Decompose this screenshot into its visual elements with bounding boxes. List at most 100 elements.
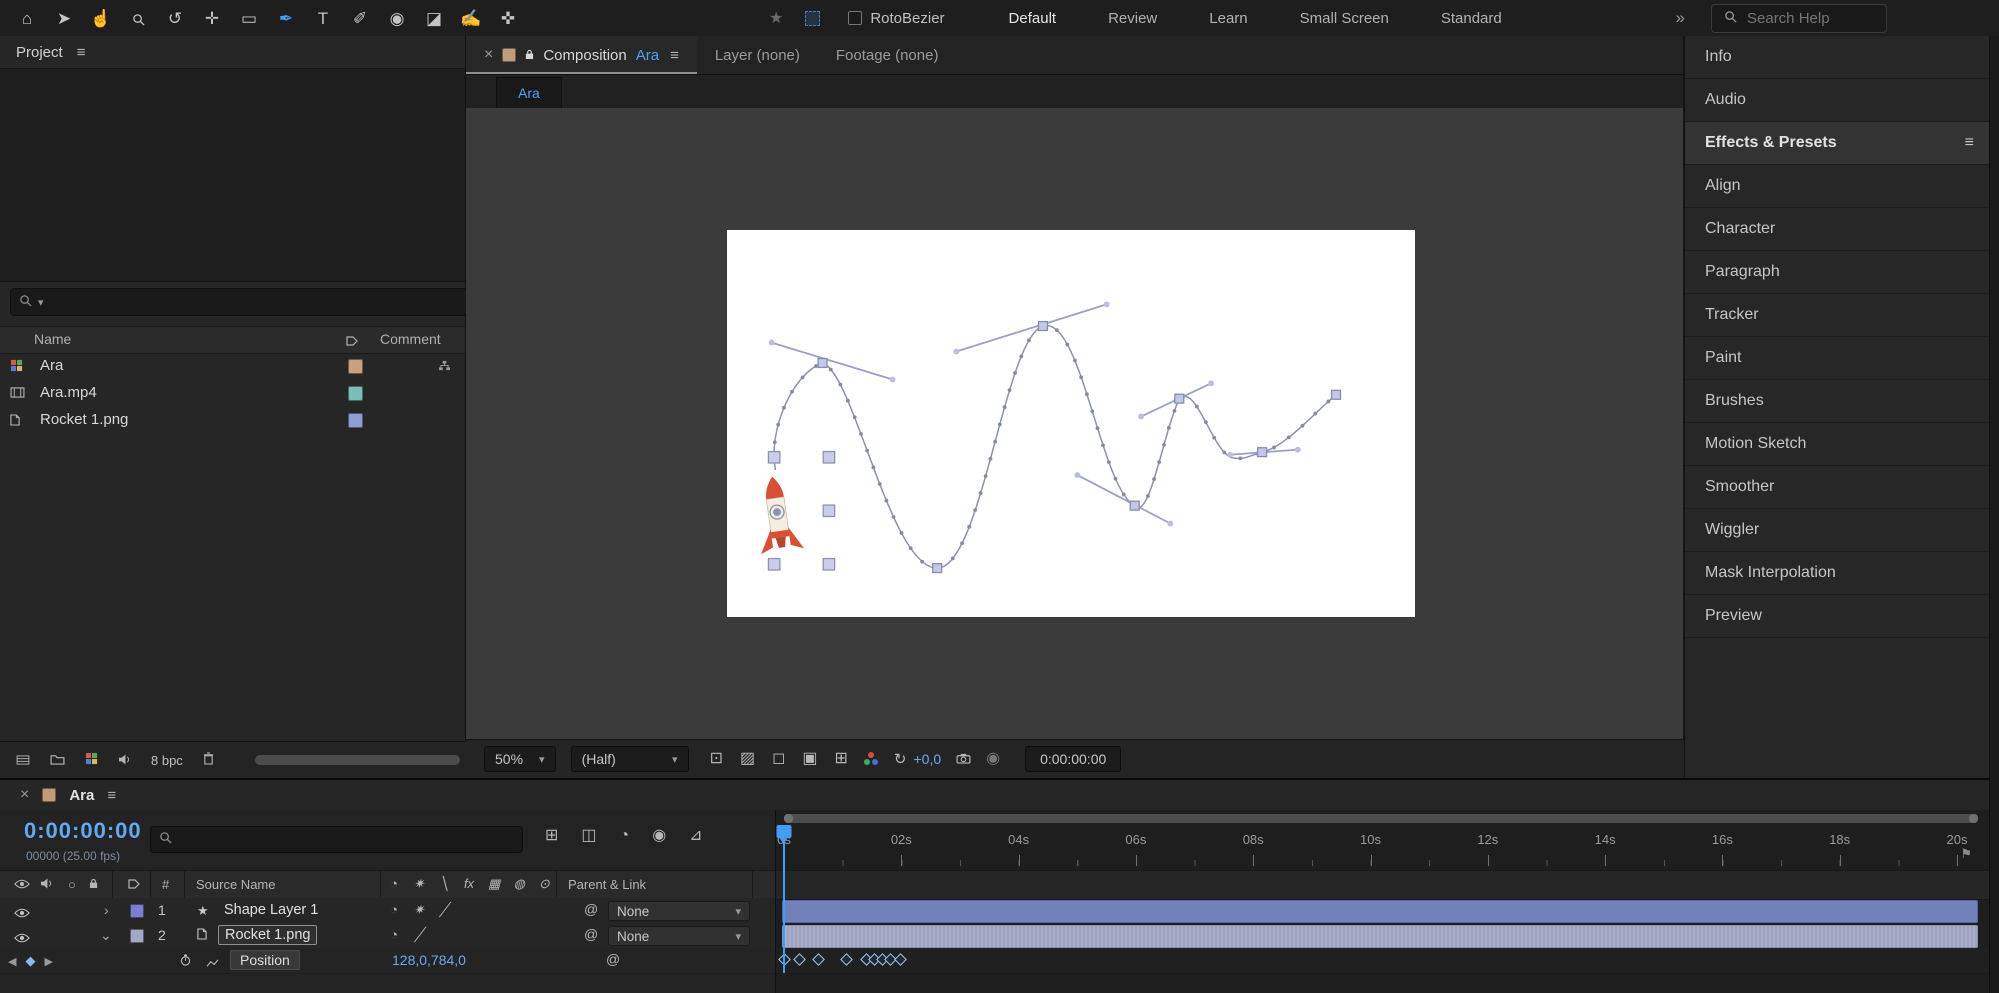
- current-timecode[interactable]: 0:00:00:00: [24, 818, 142, 844]
- playhead-line[interactable]: [783, 825, 785, 973]
- mask-expansion-icon[interactable]: [805, 11, 820, 26]
- panel-tab-character[interactable]: Character: [1685, 208, 1990, 251]
- project-item-rocket-png[interactable]: Rocket 1.png: [0, 406, 465, 433]
- color-management-button[interactable]: [863, 752, 879, 766]
- workspace-learn[interactable]: Learn: [1209, 10, 1247, 27]
- keyframe-diamond[interactable]: [894, 953, 907, 966]
- color-depth-toggle[interactable]: 8 bpc: [151, 753, 183, 768]
- visibility-toggle[interactable]: [14, 905, 30, 921]
- column-comment[interactable]: Comment: [380, 331, 441, 347]
- hide-shy-layers-button[interactable]: ◫: [581, 828, 596, 844]
- panel-menu-icon[interactable]: ≡: [670, 47, 679, 64]
- composition-mini-flowchart-button[interactable]: ⊞: [545, 828, 558, 844]
- layer-duration-bar-2[interactable]: [782, 925, 1978, 948]
- panel-menu-icon[interactable]: ≡: [107, 787, 116, 804]
- panel-tab-info[interactable]: Info: [1685, 36, 1990, 79]
- switch-icon[interactable]: ◔: [388, 927, 400, 943]
- resolution-select[interactable]: (Half) ▾: [571, 746, 689, 772]
- pen-tool[interactable]: ✒: [275, 10, 297, 27]
- panel-tab-align[interactable]: Align: [1685, 165, 1990, 208]
- close-icon[interactable]: ×: [20, 786, 29, 804]
- exposure-value[interactable]: +0,0: [913, 751, 941, 767]
- workspace-standard[interactable]: Standard: [1441, 10, 1502, 27]
- graph-icon[interactable]: [206, 955, 219, 971]
- timeline-search-field[interactable]: [150, 826, 523, 853]
- choose-grid-and-guides-button[interactable]: ⊡: [710, 751, 723, 767]
- close-icon[interactable]: ×: [484, 46, 493, 64]
- panel-tab-mask-interpolation[interactable]: Mask Interpolation: [1685, 552, 1990, 595]
- pixel-aspect-correction-button[interactable]: ⊞: [835, 751, 848, 767]
- property-value[interactable]: 128,0,784,0: [392, 952, 466, 968]
- layer-row-rocket-1-png[interactable]: ⌄ 2 Rocket 1.png ◔╱ @ None ▾: [0, 923, 775, 949]
- time-ruler[interactable]: 0s02s04s06s08s10s12s14s16s18s20s: [776, 825, 1990, 868]
- toggle-mask-visibility-button[interactable]: ◻: [772, 751, 785, 767]
- panel-menu-icon[interactable]: ≡: [1965, 134, 1974, 152]
- composition-canvas[interactable]: [727, 230, 1415, 617]
- region-of-interest-button[interactable]: ▣: [802, 751, 817, 767]
- layer-color-chip[interactable]: [130, 929, 144, 943]
- tab-footage[interactable]: Footage (none): [818, 36, 957, 74]
- search-options-caret[interactable]: ▾: [38, 296, 44, 309]
- source-name-column[interactable]: Source Name: [196, 877, 275, 892]
- parent-select[interactable]: None ▾: [608, 926, 750, 946]
- switch-icon[interactable]: ◍: [513, 876, 525, 892]
- brush-tool[interactable]: ✐: [349, 10, 371, 27]
- clone-stamp-tool[interactable]: ◉: [386, 10, 408, 27]
- type-tool[interactable]: T: [312, 10, 334, 27]
- zoom-tool[interactable]: [127, 10, 149, 27]
- panel-tab-paragraph[interactable]: Paragraph: [1685, 251, 1990, 294]
- pan-behind-tool[interactable]: ✛: [201, 10, 223, 27]
- project-item-ara[interactable]: Ara: [0, 352, 465, 379]
- puppet-pin-tool[interactable]: ✜: [497, 10, 519, 27]
- parent-link-column[interactable]: Parent & Link: [568, 877, 646, 892]
- switch-icon[interactable]: ✷: [413, 902, 425, 918]
- parent-pickwhip-icon[interactable]: @: [584, 926, 598, 942]
- keyframe-diamond[interactable]: [793, 953, 806, 966]
- tab-layer[interactable]: Layer (none): [697, 36, 818, 74]
- workspace-small-screen[interactable]: Small Screen: [1300, 10, 1389, 27]
- switch-icon[interactable]: ╲: [438, 876, 450, 892]
- switch-icon[interactable]: ◔: [388, 902, 400, 918]
- label-color-chip[interactable]: [348, 413, 363, 428]
- project-search-input[interactable]: [50, 293, 460, 312]
- keyframe-diamond[interactable]: [812, 953, 825, 966]
- trash-icon[interactable]: [203, 752, 214, 769]
- motion-blur-button[interactable]: ◉: [652, 828, 666, 844]
- layer-row-shape-layer-1[interactable]: › 1 ★ Shape Layer 1 ◔✷╱ @ None ▾: [0, 898, 775, 924]
- label-color-chip[interactable]: [348, 386, 363, 401]
- toggle-transparency-grid-button[interactable]: ▨: [740, 751, 755, 767]
- help-search-input[interactable]: [1745, 9, 1874, 28]
- switch-icon[interactable]: ◔: [388, 876, 400, 892]
- rotobezier-toggle[interactable]: RotoBezier: [848, 10, 944, 27]
- motion-path[interactable]: [774, 325, 1336, 568]
- switch-icon[interactable]: fx: [463, 876, 475, 892]
- graph-editor-button[interactable]: ⊿: [689, 828, 702, 844]
- property-pickwhip-icon[interactable]: @: [606, 951, 620, 967]
- project-item-ara-mp4[interactable]: Ara.mp4: [0, 379, 465, 406]
- visibility-toggle[interactable]: [14, 930, 30, 946]
- workspace-overflow-button[interactable]: »: [1676, 8, 1685, 28]
- next-keyframe-icon[interactable]: ▶: [44, 955, 52, 968]
- snapshot-icon[interactable]: [956, 751, 971, 768]
- interpret-footage-icon[interactable]: [16, 752, 30, 769]
- panel-tab-smoother[interactable]: Smoother: [1685, 466, 1990, 509]
- rotobezier-checkbox[interactable]: [848, 11, 862, 25]
- exposure-control[interactable]: ↻ +0,0: [894, 750, 941, 768]
- layer-duration-bar-1[interactable]: [782, 900, 1978, 923]
- collapse-arrow-icon[interactable]: ⌄: [100, 927, 112, 944]
- path-keyframe-squares[interactable]: [818, 322, 1340, 573]
- layer-name[interactable]: Shape Layer 1: [224, 902, 318, 918]
- playhead-handle[interactable]: [777, 825, 792, 838]
- magnification-select[interactable]: 50% ▾: [484, 746, 556, 772]
- workspace-default[interactable]: Default: [1009, 10, 1057, 27]
- home-tool[interactable]: ⌂: [16, 10, 38, 27]
- panel-tab-paint[interactable]: Paint: [1685, 337, 1990, 380]
- parent-select[interactable]: None ▾: [608, 901, 750, 921]
- new-folder-icon[interactable]: [50, 752, 65, 769]
- rocket-layer-image[interactable]: [751, 474, 804, 554]
- rotation-tool[interactable]: ↺: [164, 10, 186, 27]
- roto-brush-tool[interactable]: ✍: [460, 10, 482, 27]
- help-search-field[interactable]: [1711, 4, 1887, 33]
- stopwatch-icon[interactable]: [180, 953, 191, 969]
- bezier-handle-ends[interactable]: [769, 301, 1301, 526]
